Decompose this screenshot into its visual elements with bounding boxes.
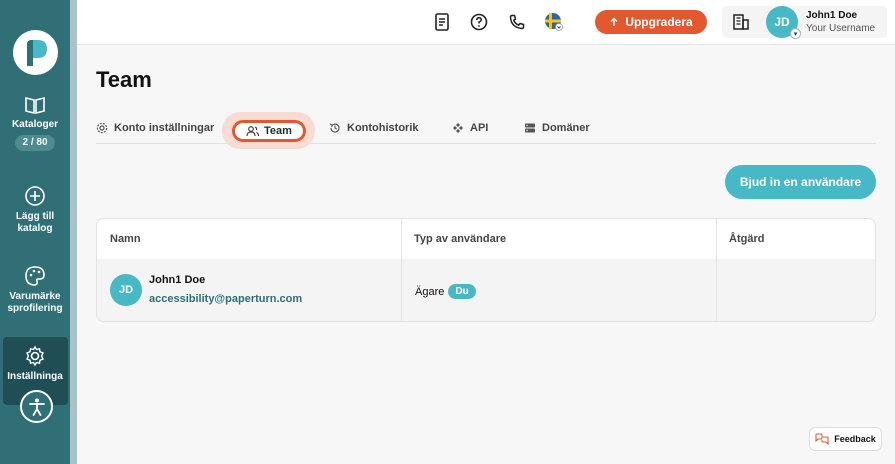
column-header-action: Åtgärd [729,233,765,245]
column-divider [716,219,717,321]
gear-icon [96,122,108,134]
sidebar-scroll-edge [70,0,77,464]
feedback-icon [815,433,829,445]
sidebar-item-label: Kataloger [11,119,59,130]
user-name: John1 Doe [806,10,858,21]
current-user-badge: Du [448,284,476,299]
column-divider [401,219,402,321]
settings-tabs: Konto inställningar Team Kontohistorik A… [96,112,876,149]
sidebar-item-branding[interactable]: Varumärke sprofilering [0,265,70,315]
sidebar-item-settings[interactable]: Inställninga [0,345,70,383]
language-sweden-flag-icon[interactable] [544,12,564,32]
api-icon [453,123,463,133]
upgrade-label: Uppgradera [625,15,693,29]
sidebar: Kataloger 2 / 80 Lägg till katalog Varum… [0,0,77,464]
server-icon [525,123,535,133]
document-icon[interactable] [432,12,452,32]
avatar: JD [110,274,142,306]
tab-label: Kontohistorik [347,122,419,134]
plus-circle-icon [25,186,45,206]
paperturn-logo[interactable] [13,30,58,75]
tab-account-history[interactable]: Kontohistorik [329,112,419,144]
sidebar-item-kataloger[interactable]: Kataloger 2 / 80 [0,95,70,151]
user-menu[interactable]: JD ▾ John1 Doe Your Username [722,6,887,39]
tab-domains[interactable]: Domäner [524,112,590,144]
tab-label: API [470,122,489,134]
sidebar-item-label: Varumärke sprofilering [7,291,63,314]
arrow-up-icon [610,17,618,26]
member-email[interactable]: accessibility@paperturn.com [149,293,302,305]
palette-icon [25,266,45,286]
users-icon [246,126,260,137]
sidebar-item-label: Inställninga [7,371,63,382]
feedback-label: Feedback [834,434,876,444]
upgrade-button[interactable]: Uppgradera [595,10,707,34]
feedback-button[interactable]: Feedback [809,427,882,451]
top-header: Uppgradera JD ▾ John1 Doe Your Username [77,0,895,45]
tab-label: Konto inställningar [114,122,215,134]
invite-user-button[interactable]: Bjud in en användare [725,165,876,199]
member-role: Ägare Du [415,284,476,299]
role-label: Ägare [415,285,445,298]
phone-icon[interactable] [507,12,527,32]
tab-api[interactable]: API [452,112,488,144]
column-header-user-type[interactable]: Typ av användare [401,219,716,259]
team-table: Namn Typ av användare Åtgärd JD John1 Do… [96,218,876,322]
logo-mark-icon [26,39,47,66]
tab-label: Domäner [542,122,590,134]
tab-label: Team [264,125,292,137]
history-icon [329,123,340,133]
chevron-down-icon[interactable]: ▾ [790,28,801,39]
sidebar-item-label: Lägg till katalog [15,211,55,234]
book-icon [25,96,45,115]
company-icon[interactable] [732,13,750,36]
accessibility-button[interactable] [20,390,53,423]
accessibility-icon [28,398,45,416]
table-row: JD John1 Doe accessibility@paperturn.com… [97,259,875,321]
catalog-count-badge: 2 / 80 [15,135,55,151]
member-name: John1 Doe [149,274,206,286]
sidebar-item-add-catalog[interactable]: Lägg till katalog [0,185,70,235]
tab-team[interactable]: Team [232,120,306,142]
user-username: Your Username [806,23,876,34]
gear-icon [26,345,44,367]
help-icon[interactable] [469,12,489,32]
page-title: Team [96,67,152,92]
column-header-name[interactable]: Namn [97,219,401,259]
tab-account-settings[interactable]: Konto inställningar [96,112,214,144]
